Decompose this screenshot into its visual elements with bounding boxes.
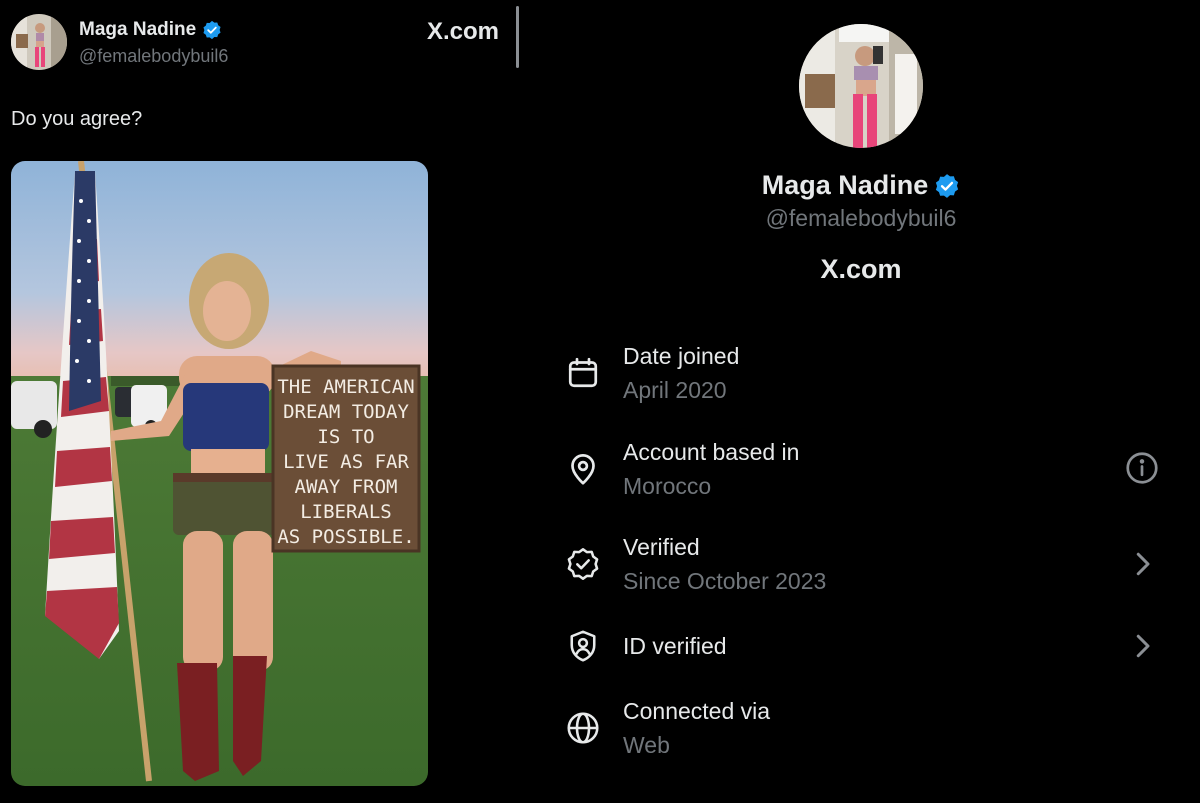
sign-line-1: THE AMERICAN	[277, 376, 414, 398]
tweet-text: Do you agree?	[11, 108, 143, 130]
profile-name: Maga Nadine	[0, 170, 1200, 201]
source-label: X.com	[427, 18, 500, 45]
verified-chevron-right-icon[interactable]	[1124, 546, 1160, 582]
date-joined-value: April 2020	[623, 377, 727, 403]
verified-badge-icon	[203, 20, 221, 40]
account-based-in-value: Morocco	[623, 473, 712, 499]
sign-line-6: LIBERALS	[300, 501, 392, 523]
profile-handle: @femalebodybuil6	[765, 205, 957, 231]
profile-name-text: Maga Nadine	[761, 170, 929, 200]
profile-avatar[interactable]	[799, 24, 923, 148]
globe-icon	[565, 710, 601, 746]
divider	[516, 6, 519, 68]
sign-line-5: AWAY FROM	[295, 476, 398, 498]
shield-id-icon	[565, 628, 601, 664]
sign-line-4: LIVE AS FAR	[283, 451, 409, 473]
tweet-author-avatar[interactable]	[11, 14, 67, 70]
profile-source-label: X.com	[820, 254, 902, 284]
id-verified-chevron-right-icon[interactable]	[1124, 628, 1160, 664]
id-verified-label: ID verified	[623, 633, 727, 659]
calendar-icon	[565, 355, 601, 391]
verified-badge-icon	[936, 173, 959, 198]
verified-value: Since October 2023	[623, 568, 827, 594]
tweet-author-name-text: Maga Nadine	[79, 19, 197, 40]
location-pin-icon	[565, 451, 601, 487]
verified-outline-icon	[565, 546, 601, 582]
verified-label: Verified	[623, 534, 700, 560]
sign-line-3: IS TO	[317, 426, 374, 448]
date-joined-label: Date joined	[623, 343, 740, 369]
connected-via-label: Connected via	[623, 698, 771, 724]
info-icon[interactable]	[1124, 450, 1160, 486]
sign-line-2: DREAM TODAY	[283, 401, 409, 423]
tweet-author-handle[interactable]: @femalebodybuil6	[79, 46, 228, 67]
sign-line-7: AS POSSIBLE.	[277, 526, 414, 548]
account-based-in-label: Account based in	[623, 439, 800, 465]
connected-via-value: Web	[623, 732, 670, 758]
tweet-author-name[interactable]: Maga Nadine	[79, 19, 222, 41]
